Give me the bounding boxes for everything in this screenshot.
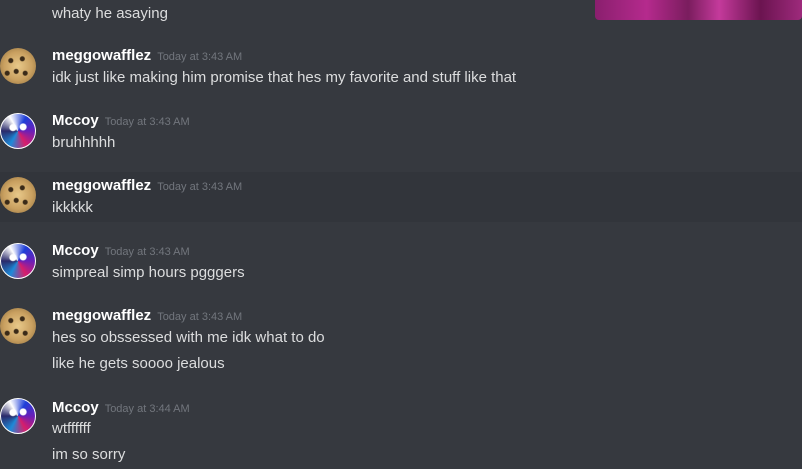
timestamp[interactable]: Today at 3:43 AM	[157, 181, 242, 193]
message-group: meggowafflez Today at 3:43 AM hes so obss…	[0, 304, 802, 376]
cheetah-avatar-icon[interactable]	[0, 48, 36, 84]
timestamp[interactable]: Today at 3:43 AM	[105, 116, 190, 128]
message-group: Mccoy Today at 3:43 AM simpreal simp hour…	[0, 239, 802, 289]
message-text: ikkkkk	[52, 199, 93, 216]
message-text: idk just like making him promise that he…	[52, 69, 517, 86]
username[interactable]: meggowafflez	[52, 47, 151, 64]
message-image-attachment[interactable]	[595, 0, 802, 20]
chat-message-list: whaty he asaying meggowafflez Today at 3:…	[0, 0, 802, 469]
cheetah-avatar-icon[interactable]	[0, 308, 36, 344]
message-text: wtffffff	[52, 420, 91, 437]
message-group: meggowafflez Today at 3:43 AM idk just li…	[0, 44, 802, 94]
message-header: meggowafflez Today at 3:43 AM	[52, 46, 242, 66]
message-text: bruhhhhh	[52, 134, 116, 151]
message-header: meggowafflez Today at 3:43 AM	[52, 176, 242, 196]
timestamp[interactable]: Today at 3:43 AM	[105, 246, 190, 258]
message-header: meggowafflez Today at 3:43 AM	[52, 306, 242, 326]
anime-art-avatar-icon[interactable]	[0, 398, 36, 434]
username[interactable]: Mccoy	[52, 112, 99, 129]
timestamp[interactable]: Today at 3:43 AM	[157, 51, 242, 63]
cheetah-avatar-icon[interactable]	[0, 177, 36, 213]
message-header: Mccoy Today at 3:43 AM	[52, 241, 190, 261]
message-text: im so sorry	[52, 446, 126, 463]
anime-art-avatar-icon[interactable]	[0, 113, 36, 149]
message-header: Mccoy Today at 3:44 AM	[52, 398, 190, 418]
username[interactable]: meggowafflez	[52, 307, 151, 324]
anime-art-avatar-icon[interactable]	[0, 243, 36, 279]
timestamp[interactable]: Today at 3:44 AM	[105, 403, 190, 415]
username[interactable]: Mccoy	[52, 242, 99, 259]
message-header: Mccoy Today at 3:43 AM	[52, 111, 190, 131]
message-text: like he gets soooo jealous	[52, 355, 225, 372]
timestamp[interactable]: Today at 3:43 AM	[157, 311, 242, 323]
message-text: whaty he asaying	[52, 5, 168, 22]
message-text: hes so obssessed with me idk what to do	[52, 329, 325, 346]
message-text: simpreal simp hours pgggers	[52, 264, 245, 281]
username[interactable]: meggowafflez	[52, 177, 151, 194]
message-group: Mccoy Today at 3:43 AM bruhhhhh	[0, 109, 802, 159]
username[interactable]: Mccoy	[52, 399, 99, 416]
message-group: Mccoy Today at 3:44 AM wtffffff im so sor…	[0, 396, 802, 469]
message-group: meggowafflez Today at 3:43 AM ikkkkk	[0, 172, 802, 222]
